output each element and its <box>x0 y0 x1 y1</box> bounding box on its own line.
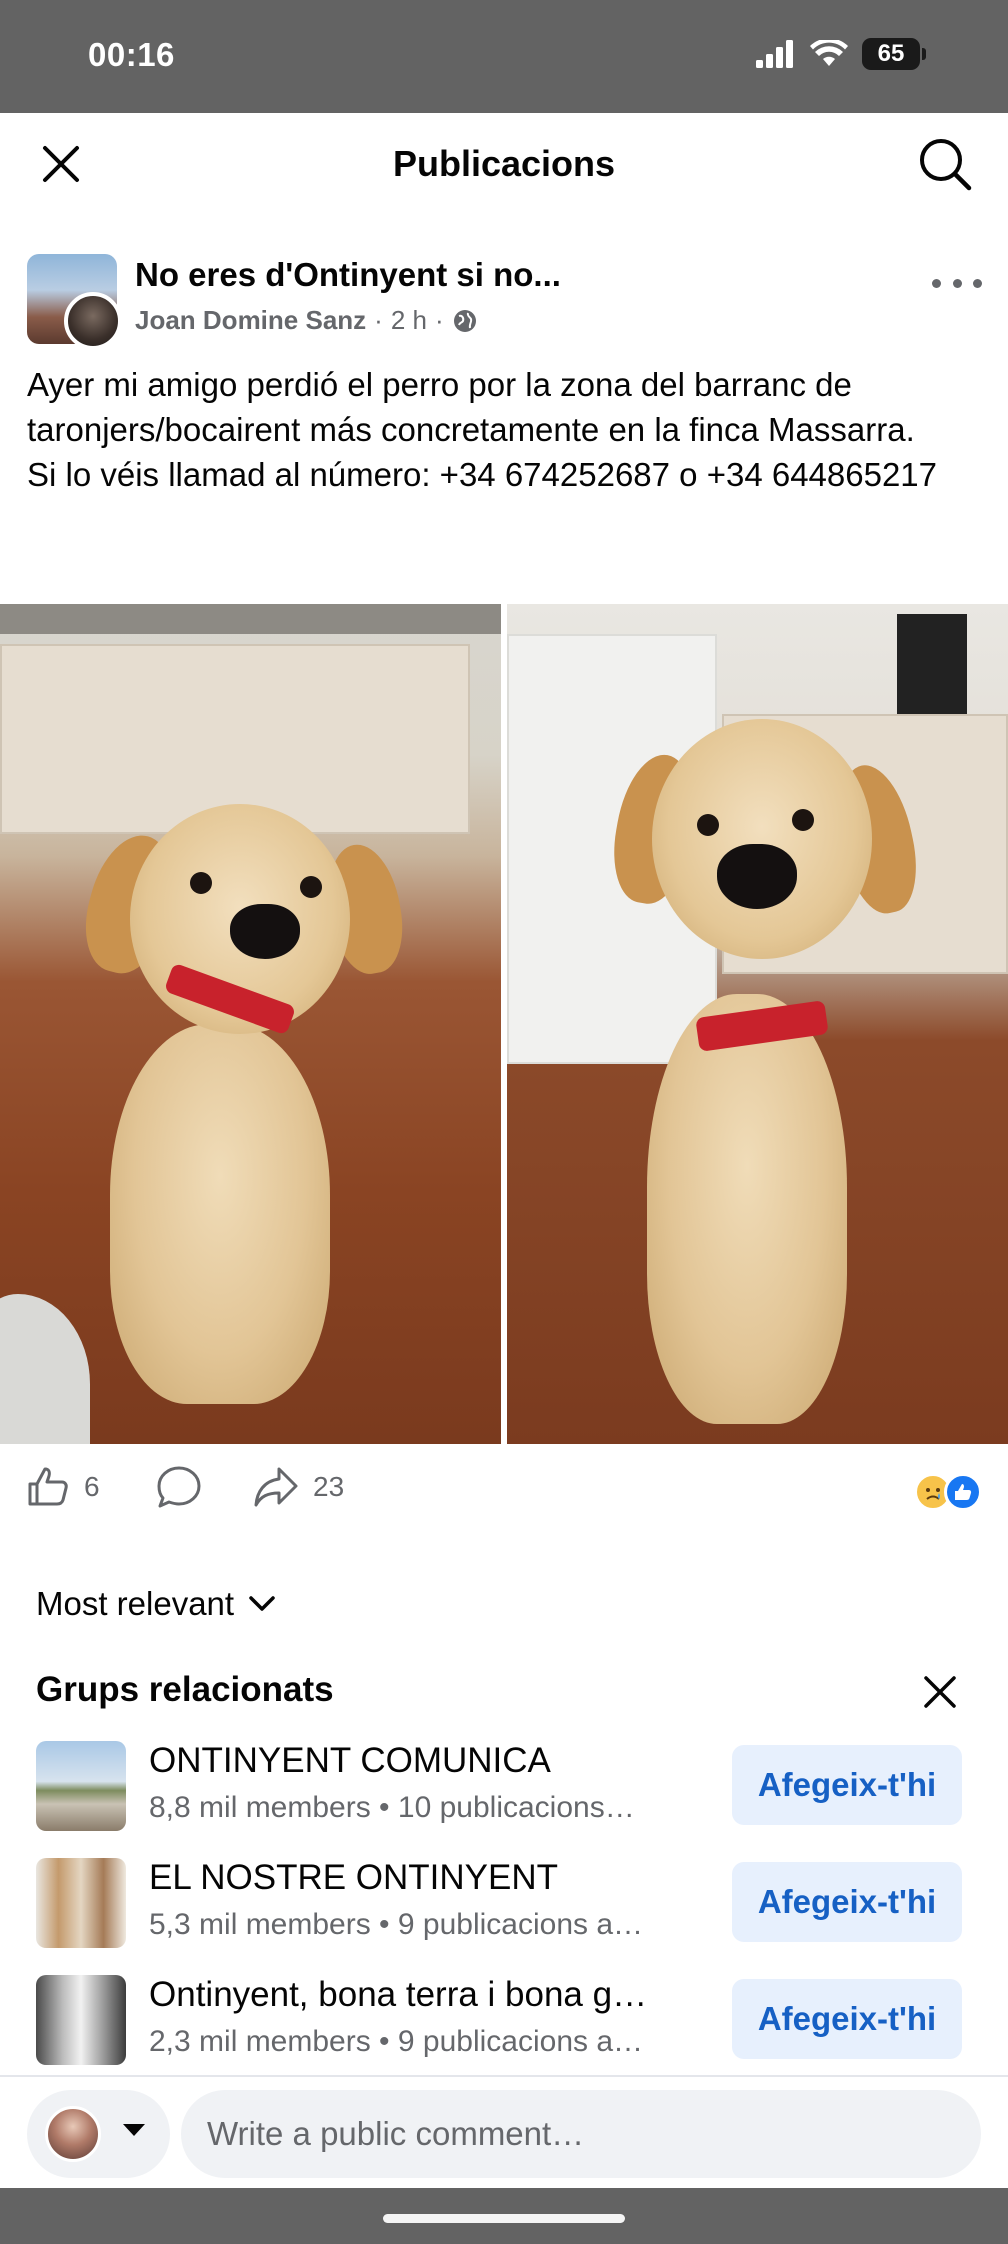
group-thumbnail[interactable] <box>36 1741 126 1831</box>
group-name[interactable]: EL NOSTRE ONTINYENT <box>149 1858 689 1898</box>
group-meta: 2,3 mil members • 9 publicacions a… <box>149 2025 644 2058</box>
signal-icon <box>756 40 793 68</box>
battery-indicator: 65 <box>862 38 926 70</box>
share-icon <box>254 1467 298 1507</box>
post-text: Ayer mi amigo perdió el perro por la zon… <box>27 366 938 493</box>
comment-icon <box>157 1466 201 1508</box>
chevron-down-icon <box>249 1596 275 1611</box>
share-count: 23 <box>313 1471 345 1502</box>
status-icons: 65 <box>756 38 926 70</box>
post-time[interactable]: 2 h <box>391 305 427 336</box>
group-meta: 5,3 mil members • 9 publicacions a… <box>149 1908 644 1941</box>
join-group-button[interactable]: Afegeix-t'hi <box>732 1979 962 2059</box>
close-icon[interactable] <box>920 1672 960 1712</box>
post-photo[interactable] <box>507 604 1008 1444</box>
comment-sort-dropdown[interactable]: Most relevant <box>36 1585 276 1623</box>
post-meta: Joan Domine Sanz · 2 h · <box>135 305 478 336</box>
wifi-icon <box>810 40 848 66</box>
home-indicator-area <box>0 2188 1008 2244</box>
page-title: Publicacions <box>392 143 616 184</box>
related-group-item[interactable]: ONTINYENT COMUNICA 8,8 mil members • 10 … <box>0 1733 1008 1833</box>
related-groups-title: Grups relacionats <box>36 1670 334 1709</box>
post-header: No eres d'Ontinyent si no... Joan Domine… <box>0 250 1008 350</box>
status-time: 00:16 <box>88 36 175 73</box>
related-group-item[interactable]: EL NOSTRE ONTINYENT 5,3 mil members • 9 … <box>0 1850 1008 1950</box>
composer-divider <box>0 2075 1008 2077</box>
status-bar: 00:16 65 <box>0 0 1008 113</box>
like-button[interactable]: 6 <box>26 1465 100 1509</box>
comment-composer <box>0 2078 1008 2188</box>
caret-down-icon <box>123 2124 145 2136</box>
like-count: 6 <box>84 1471 100 1502</box>
search-icon[interactable] <box>916 135 974 193</box>
more-options-icon[interactable] <box>932 268 982 298</box>
globe-icon <box>453 309 476 332</box>
share-button[interactable]: 23 <box>253 1465 344 1509</box>
join-group-button[interactable]: Afegeix-t'hi <box>732 1862 962 1942</box>
home-indicator[interactable] <box>383 2214 625 2223</box>
author-name[interactable]: Joan Domine Sanz <box>135 305 366 336</box>
sort-label: Most relevant <box>36 1585 235 1622</box>
author-avatar[interactable] <box>64 292 122 350</box>
group-name[interactable]: ONTINYENT COMUNICA <box>149 1741 689 1781</box>
group-thumbnail[interactable] <box>36 1858 126 1948</box>
like-reaction-icon <box>944 1473 982 1511</box>
related-group-item[interactable]: Ontinyent, bona terra i bona g… 2,3 mil … <box>0 1967 1008 2067</box>
comment-button[interactable] <box>156 1465 202 1509</box>
group-meta: 8,8 mil members • 10 publicacions… <box>149 1791 635 1824</box>
avatar <box>45 2106 101 2162</box>
commenter-identity-switcher[interactable] <box>27 2090 170 2178</box>
group-name[interactable]: Ontinyent, bona terra i bona g… <box>149 1975 689 2015</box>
top-bar: Publicacions <box>0 113 1008 213</box>
meta-separator: · <box>434 305 444 335</box>
post-photos <box>0 604 1008 1444</box>
post-photo[interactable] <box>0 604 501 1444</box>
comment-input[interactable] <box>181 2090 981 2178</box>
reaction-summary[interactable] <box>914 1473 982 1511</box>
like-icon <box>28 1467 68 1506</box>
post-actions: 6 23 <box>0 1465 1008 1525</box>
meta-separator: · <box>374 305 383 335</box>
group-name[interactable]: No eres d'Ontinyent si no... <box>135 256 561 294</box>
join-group-button[interactable]: Afegeix-t'hi <box>732 1745 962 1825</box>
group-thumbnail[interactable] <box>36 1975 126 2065</box>
